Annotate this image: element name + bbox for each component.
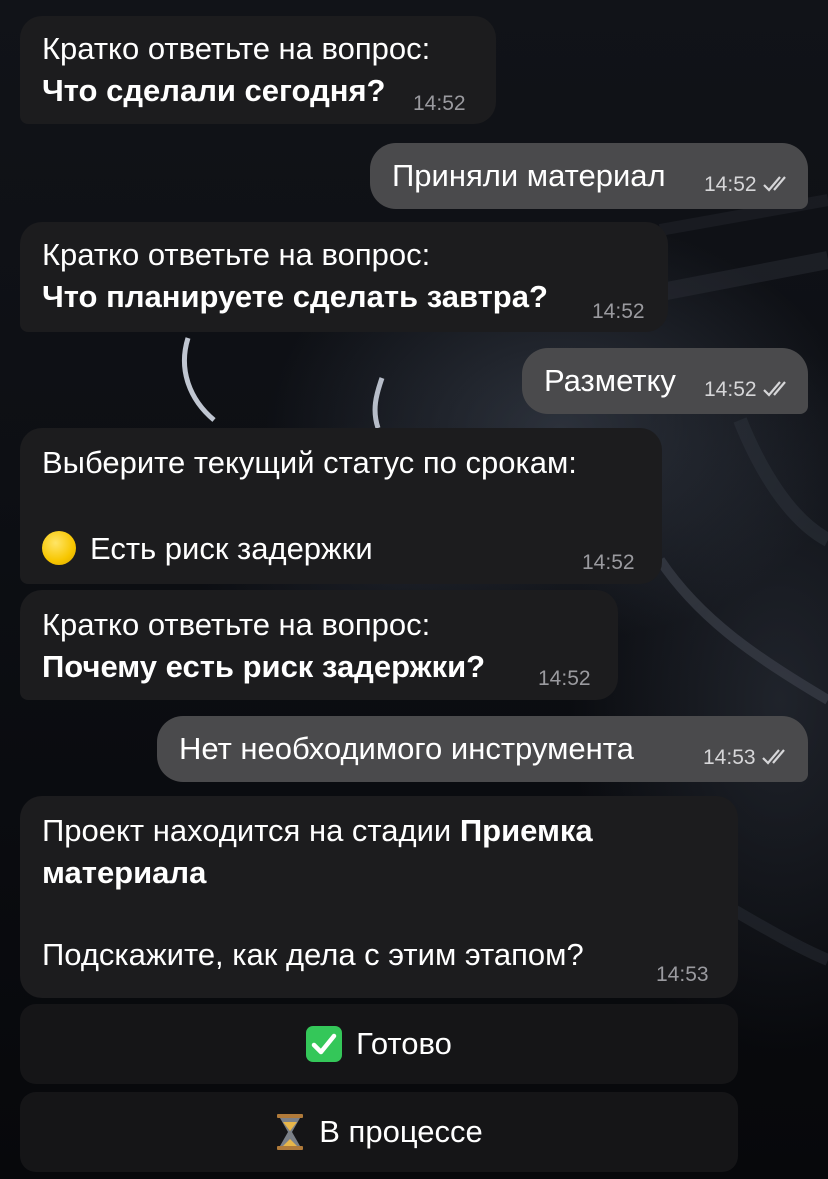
message-time: 14:53 [656,963,709,986]
outgoing-message: Приняли материал 14:52 [370,143,808,209]
message-text: Выберите текущий статус по срокам: [42,445,577,480]
message-question: Почему есть риск задержки? [42,649,486,684]
message-question: Подскажите, как дела с этим этапом? [42,937,584,972]
message-text: Нет необходимого инструмента [179,731,634,766]
message-time: 14:52 [704,378,757,401]
in-progress-button-label: В процессе [319,1114,483,1149]
incoming-message: Кратко ответьте на вопрос: Что планирует… [20,222,668,332]
yellow-circle-icon [42,530,76,565]
stage-name: Приемка [459,813,593,848]
message-text: Кратко ответьте на вопрос: [42,31,431,66]
read-checks-icon [763,381,786,397]
message-text: Кратко ответьте на вопрос: [42,607,431,642]
status-line: Есть риск задержки [42,528,640,570]
message-time: 14:53 [703,746,756,769]
message-question: Что сделали сегодня? [42,73,386,108]
incoming-message: Кратко ответьте на вопрос: Почему есть р… [20,590,618,700]
message-text: Кратко ответьте на вопрос: [42,237,431,272]
message-time: 14:52 [413,92,466,115]
message-time: 14:52 [592,300,645,323]
hourglass-icon [275,1113,305,1151]
incoming-message: Проект находится на стадии Приемка матер… [20,796,738,998]
message-question: Что планируете сделать завтра? [42,279,548,314]
message-time: 14:52 [582,551,635,574]
stage-intro-text: Проект находится на стадии [42,813,460,848]
read-checks-icon [762,749,785,765]
incoming-message: Кратко ответьте на вопрос: Что сделали с… [20,16,496,124]
stage-name-cont: материала [42,855,207,890]
read-checks-icon [763,176,786,192]
incoming-message: Выберите текущий статус по срокам: Есть … [20,428,662,584]
status-text: Есть риск задержки [90,531,373,566]
message-time: 14:52 [704,173,757,196]
in-progress-button[interactable]: В процессе [20,1092,738,1172]
message-time: 14:52 [538,667,591,690]
check-mark-button-icon [306,1026,343,1062]
outgoing-message: Нет необходимого инструмента 14:53 [157,716,808,782]
done-button[interactable]: Готово [20,1004,738,1084]
done-button-label: Готово [356,1026,452,1061]
outgoing-message: Разметку 14:52 [522,348,808,414]
message-text: Проект находится на стадии Приемка [42,810,716,852]
